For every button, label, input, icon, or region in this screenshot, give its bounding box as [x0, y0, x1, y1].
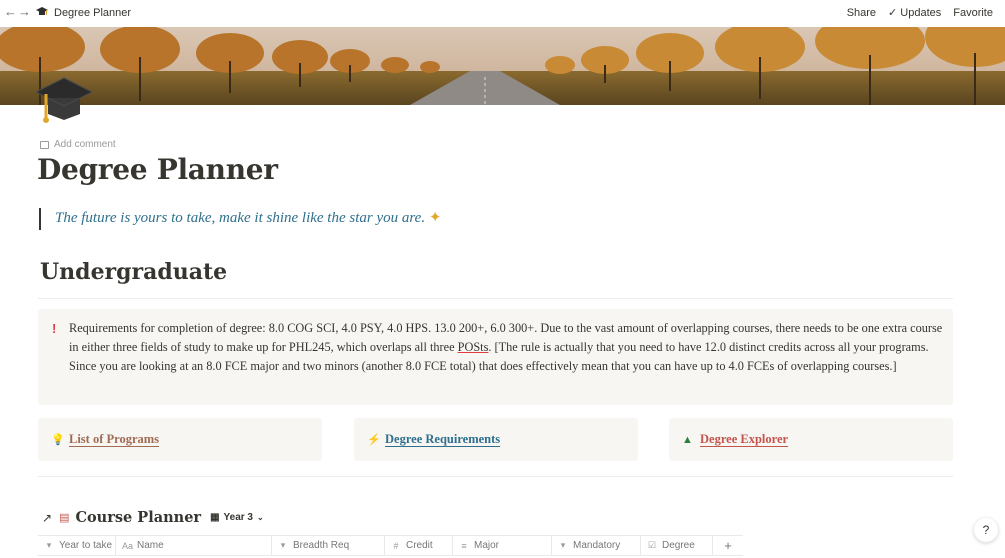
database-title[interactable]: Course Planner	[75, 509, 201, 526]
section-heading[interactable]: Undergraduate	[40, 259, 227, 285]
help-button[interactable]: ?	[974, 518, 998, 542]
add-comment-button[interactable]: Add comment	[40, 139, 116, 150]
column-label: Major	[474, 540, 500, 551]
graduation-cap-icon[interactable]	[36, 72, 94, 130]
link-label: Degree Requirements	[385, 432, 501, 446]
select-icon: ▾	[560, 540, 566, 550]
updates-button[interactable]: ✓ Updates	[888, 6, 941, 19]
text-icon: Aa	[122, 540, 134, 551]
share-button[interactable]: Share	[847, 7, 876, 19]
table-icon: ▦	[210, 512, 220, 523]
sparkle-icon: ✦	[428, 210, 442, 226]
number-icon: #	[393, 540, 399, 551]
tree-icon: ▲	[682, 433, 693, 446]
forward-arrow-icon[interactable]: →	[18, 5, 31, 19]
breadcrumb[interactable]: Degree Planner	[54, 7, 131, 19]
comment-icon	[40, 140, 49, 149]
column-label: Degree	[662, 540, 695, 551]
link-label: List of Programs	[69, 432, 160, 446]
posts-term: POSts	[457, 340, 489, 354]
clipboard-icon: ▤	[59, 512, 70, 524]
checkbox-icon: ☑	[647, 540, 657, 550]
exclamation-icon: !	[52, 321, 57, 336]
quote-text: The future is yours to take, make it shi…	[55, 210, 426, 226]
column-header-degree[interactable]: ☑ Degree	[641, 536, 713, 555]
link-degree-requirements[interactable]: ⚡ Degree Requirements	[354, 418, 638, 461]
column-label: Mandatory	[573, 540, 621, 551]
select-icon: ▾	[46, 540, 52, 550]
column-label: Year to take	[59, 540, 113, 551]
link-label: Degree Explorer	[700, 432, 789, 446]
database-header: ↗ ▤ Course Planner ▦ Year 3 ⌄	[42, 509, 264, 526]
link-degree-explorer[interactable]: ▲ Degree Explorer	[669, 418, 953, 461]
column-label: Credit	[406, 540, 433, 551]
column-label: Breadth Req	[293, 540, 350, 551]
column-label: Name	[137, 540, 164, 551]
column-header-mandatory[interactable]: ▾ Mandatory	[552, 536, 641, 555]
callout-block[interactable]: ! Requirements for completion of degree:…	[38, 309, 953, 405]
select-icon: ▾	[280, 540, 286, 550]
list-icon: ≡	[461, 540, 467, 551]
linked-arrow-icon[interactable]: ↗	[42, 511, 52, 525]
column-header-major[interactable]: ≡ Major	[453, 536, 552, 555]
cover-image	[0, 27, 1005, 105]
table-header: ▾ Year to take Aa Name ▾ Breadth Req # Credi…	[38, 535, 743, 556]
column-header-year-to-take[interactable]: ▾ Year to take	[38, 536, 116, 555]
divider	[38, 298, 953, 299]
lightbulb-icon: 💡	[51, 434, 65, 446]
column-header-breadth-req[interactable]: ▾ Breadth Req	[272, 536, 385, 555]
top-bar: ← → Degree Planner Share ✓ Updates Favori…	[0, 0, 1005, 27]
link-list-of-programs[interactable]: 💡 List of Programs	[38, 418, 322, 461]
chevron-down-icon: ⌄	[257, 513, 264, 522]
check-icon: ✓	[888, 7, 898, 19]
column-header-credit[interactable]: # Credit	[385, 536, 453, 555]
column-header-name[interactable]: Aa Name	[116, 536, 272, 555]
updates-label: Updates	[900, 7, 942, 19]
add-column-button[interactable]: +	[713, 536, 743, 555]
divider	[38, 476, 953, 477]
view-selector[interactable]: ▦ Year 3 ⌄	[210, 512, 264, 523]
favorite-button[interactable]: Favorite	[953, 7, 993, 19]
lightning-icon: ⚡	[367, 434, 381, 446]
quote-block[interactable]: The future is yours to take, make it shi…	[39, 208, 441, 230]
view-label: Year 3	[223, 512, 253, 523]
page-title[interactable]: Degree Planner	[37, 153, 278, 186]
add-comment-label: Add comment	[54, 139, 116, 150]
back-arrow-icon[interactable]: ←	[4, 5, 17, 19]
callout-text: Requirements for completion of degree: 8…	[69, 319, 944, 376]
top-actions: Share ✓ Updates Favorite	[847, 6, 993, 20]
graduation-cap-icon	[36, 7, 48, 15]
